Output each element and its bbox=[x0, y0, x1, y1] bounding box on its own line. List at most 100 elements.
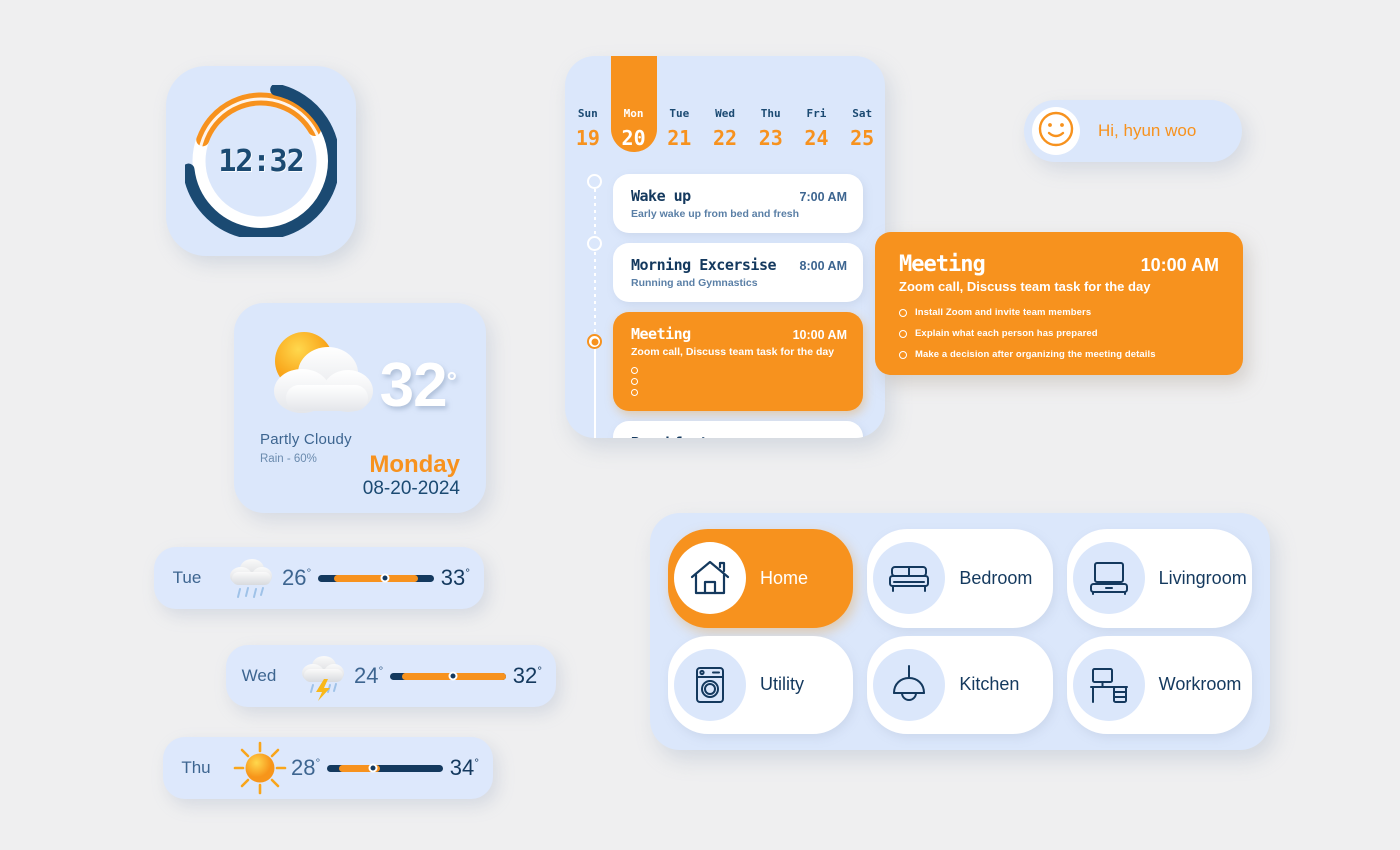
temperature-value: 32 bbox=[379, 351, 448, 420]
forecast-row-tue[interactable]: Tue 26° 33° bbox=[154, 547, 484, 609]
forecast-temp-slider[interactable] bbox=[327, 763, 443, 773]
forecast-low-value: 26 bbox=[282, 565, 307, 590]
forecast-slider-thumb[interactable] bbox=[448, 671, 458, 681]
forecast-day-label: Wed bbox=[241, 666, 277, 685]
day-name: Sun bbox=[577, 107, 598, 120]
day-chip-sat[interactable]: Sat 25 bbox=[839, 56, 885, 160]
week-day-strip[interactable]: Sun 19 Mon 20 Tue 21 Wed 22 Thu 23 Fri 2… bbox=[565, 56, 885, 160]
meeting-detail-card[interactable]: Meeting 10:00 AM Zoom call, Discuss team… bbox=[875, 232, 1243, 375]
bullet-item bbox=[631, 365, 847, 376]
schedule-item-time: 12:00 AM bbox=[793, 437, 847, 438]
room-tile-workroom[interactable]: Workroom bbox=[1066, 635, 1252, 734]
clock-widget[interactable]: 12:32 bbox=[166, 66, 356, 256]
washing-machine-icon bbox=[674, 648, 746, 721]
weather-card[interactable]: 32° Partly Cloudy Rain - 60% Monday 08-2… bbox=[234, 303, 486, 513]
clock-time: 12:32 bbox=[218, 143, 304, 179]
bullet-item bbox=[631, 376, 847, 387]
greeting-pill[interactable]: Hi, hyun woo bbox=[1024, 100, 1242, 162]
forecast-temp-slider[interactable] bbox=[390, 671, 506, 681]
room-label: Workroom bbox=[1158, 674, 1242, 695]
forecast-low-value: 24 bbox=[354, 663, 379, 688]
schedule-item-meeting[interactable]: Meeting 10:00 AM Zoom call, Discuss team… bbox=[613, 312, 863, 411]
smiley-face-icon bbox=[1036, 109, 1076, 154]
day-number: 21 bbox=[667, 126, 692, 150]
desk-computer-icon bbox=[1072, 648, 1145, 721]
day-chip-tue[interactable]: Tue 21 bbox=[656, 56, 702, 160]
forecast-day-label: Thu bbox=[181, 758, 211, 777]
day-number: 19 bbox=[575, 126, 600, 150]
forecast-row-wed[interactable]: Wed 24° 32° bbox=[226, 645, 556, 707]
day-name: Sat bbox=[852, 107, 873, 120]
room-tile-utility[interactable]: Utility bbox=[668, 635, 854, 734]
schedule-list: Wake up 7:00 AM Early wake up from bed a… bbox=[613, 174, 863, 438]
room-label: Livingroom bbox=[1158, 567, 1247, 588]
day-number: 25 bbox=[850, 126, 875, 150]
weather-date: 08-20-2024 bbox=[362, 478, 460, 499]
schedule-card[interactable]: Sun 19 Mon 20 Tue 21 Wed 22 Thu 23 Fri 2… bbox=[565, 56, 885, 438]
day-number: 20 bbox=[621, 126, 646, 150]
schedule-item-title: Breakfast bbox=[631, 434, 708, 438]
schedule-item-title: Wake up bbox=[631, 187, 691, 205]
schedule-item-morning-exercise[interactable]: Morning Excersise 8:00 AM Running and Gy… bbox=[613, 243, 863, 302]
meeting-subtitle: Zoom call, Discuss team task for the day bbox=[899, 279, 1151, 294]
room-tile-home[interactable]: Home bbox=[668, 529, 854, 628]
forecast-range-fill bbox=[334, 574, 418, 582]
day-chip-wed[interactable]: Wed 22 bbox=[702, 56, 748, 160]
forecast-high: 32° bbox=[512, 663, 542, 688]
timeline-dotted-line bbox=[594, 182, 596, 344]
forecast-row-thu[interactable]: Thu 28° 34° bbox=[163, 737, 493, 799]
schedule-item-desc: Early wake up from bed and fresh bbox=[631, 208, 800, 220]
meeting-task-item[interactable]: Make a decision after organizing the mee… bbox=[899, 349, 1219, 360]
day-number: 24 bbox=[804, 126, 829, 150]
forecast-slider-thumb[interactable] bbox=[380, 573, 390, 583]
forecast-high-value: 32 bbox=[512, 663, 538, 688]
forecast-high-value: 33 bbox=[440, 565, 466, 590]
weather-temperature: 32° bbox=[380, 355, 457, 417]
schedule-item-wake-up[interactable]: Wake up 7:00 AM Early wake up from bed a… bbox=[613, 174, 863, 233]
day-number: 23 bbox=[758, 126, 783, 150]
forecast-temp-slider[interactable] bbox=[318, 573, 434, 583]
room-tile-livingroom[interactable]: Livingroom bbox=[1066, 529, 1252, 628]
room-tile-bedroom[interactable]: Bedroom bbox=[867, 529, 1053, 628]
timeline-dot-exercise[interactable] bbox=[587, 236, 602, 251]
rooms-panel: Home Bedroom Livingroom Utility Kitchen … bbox=[650, 513, 1270, 750]
room-tile-kitchen[interactable]: Kitchen bbox=[867, 635, 1053, 734]
day-chip-sun[interactable]: Sun 19 bbox=[565, 56, 611, 160]
bed-icon bbox=[873, 542, 946, 615]
timeline-dot-wake-up[interactable] bbox=[587, 174, 602, 189]
sun-icon bbox=[229, 740, 291, 796]
schedule-item-time: 8:00 AM bbox=[799, 259, 847, 273]
day-name: Thu bbox=[760, 107, 781, 120]
forecast-low: 26° bbox=[282, 565, 312, 590]
schedule-item-breakfast[interactable]: Breakfast 12:00 AM bbox=[613, 421, 863, 438]
schedule-item-time: 7:00 AM bbox=[799, 190, 847, 204]
schedule-item-time: 10:00 AM bbox=[792, 328, 847, 342]
pendant-lamp-icon bbox=[873, 648, 946, 721]
avatar[interactable] bbox=[1032, 107, 1080, 155]
degree-symbol: ° bbox=[446, 366, 457, 397]
schedule-item-title: Morning Excersise bbox=[631, 256, 777, 274]
room-label: Kitchen bbox=[959, 674, 1020, 695]
day-chip-fri[interactable]: Fri 24 bbox=[794, 56, 840, 160]
clock-ring: 12:32 bbox=[182, 82, 340, 240]
room-label: Home bbox=[760, 567, 809, 588]
day-chip-mon[interactable]: Mon 20 bbox=[611, 56, 657, 160]
forecast-slider-thumb[interactable] bbox=[368, 763, 378, 773]
schedule-item-desc: Running and Gymnastics bbox=[631, 277, 758, 289]
forecast-low-value: 28 bbox=[291, 755, 316, 780]
weather-day: Monday bbox=[369, 451, 460, 478]
day-chip-thu[interactable]: Thu 23 bbox=[748, 56, 794, 160]
room-label: Utility bbox=[760, 674, 804, 695]
rain-cloud-icon bbox=[220, 552, 282, 604]
meeting-task-item[interactable]: Explain what each person has prepared bbox=[899, 328, 1219, 339]
timeline-dot-meeting[interactable] bbox=[587, 334, 602, 349]
room-label: Bedroom bbox=[959, 567, 1033, 588]
forecast-day-label: Tue bbox=[172, 568, 202, 587]
house-icon bbox=[674, 542, 746, 615]
day-name: Wed bbox=[715, 107, 735, 120]
meeting-task-item[interactable]: Install Zoom and invite team members bbox=[899, 307, 1219, 318]
forecast-high: 34° bbox=[449, 755, 479, 780]
day-name: Mon bbox=[623, 107, 644, 120]
forecast-high: 33° bbox=[440, 565, 470, 590]
schedule-timeline bbox=[587, 174, 603, 438]
